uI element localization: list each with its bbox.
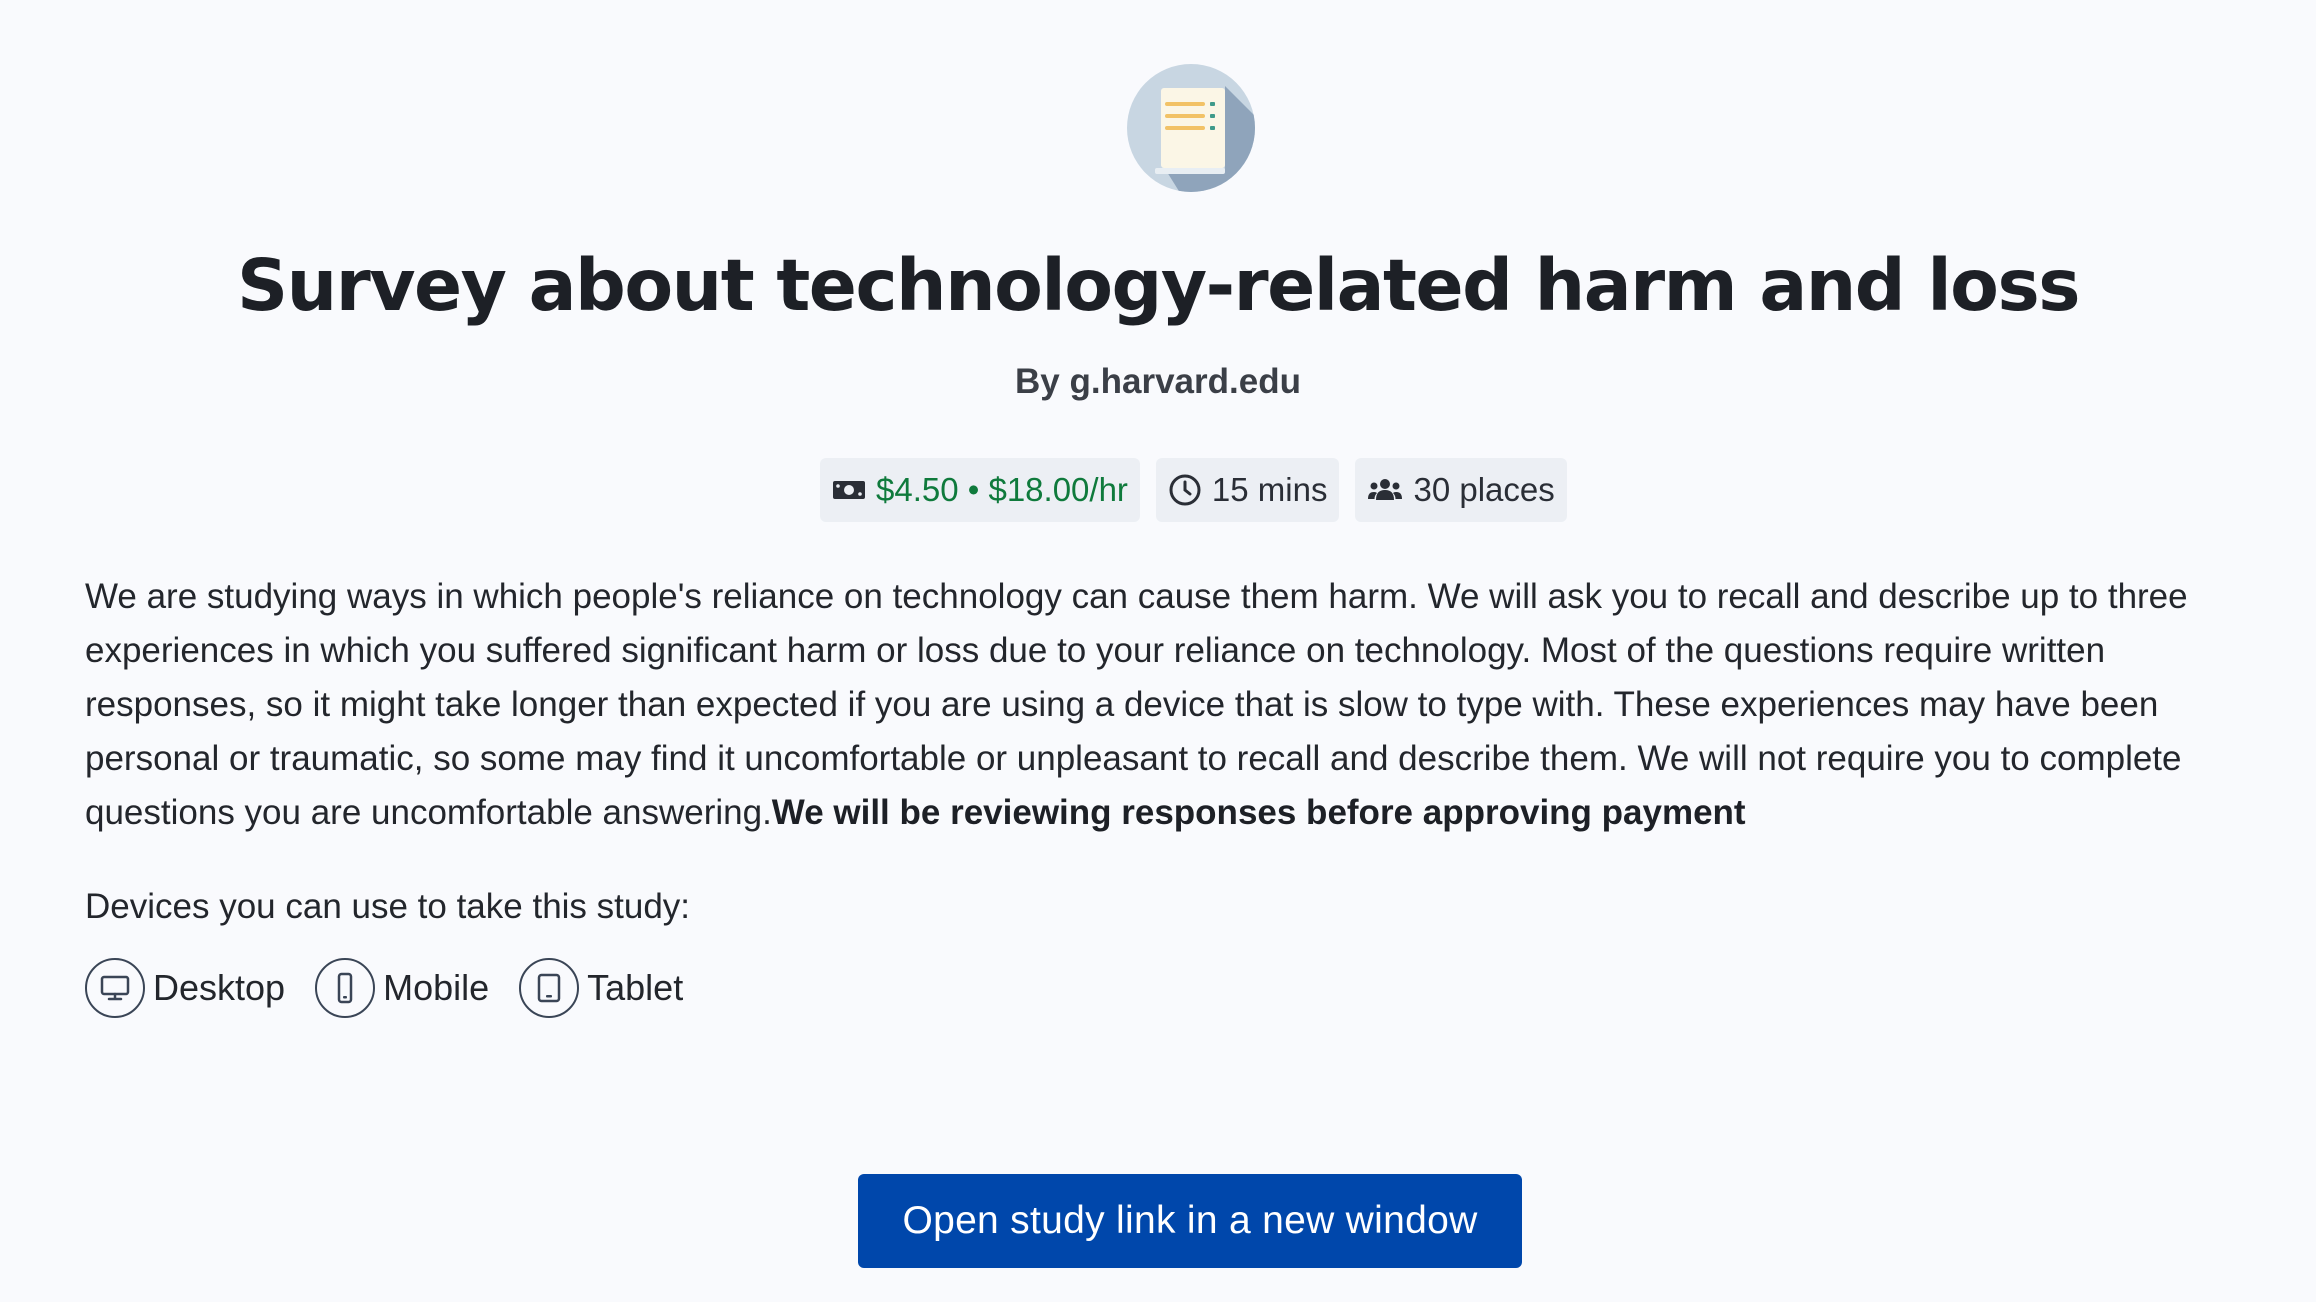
places-label: 30 places (1413, 471, 1555, 508)
clock-icon (1169, 474, 1201, 506)
device-list: Desktop Mobile Tablet (85, 958, 683, 1018)
description-bold-text: We will be reviewing responses before ap… (771, 793, 1746, 832)
researcher-name: g.harvard.edu (1069, 362, 1301, 401)
survey-document-icon (1127, 64, 1255, 192)
devices-label: Devices you can use to take this study: (85, 887, 691, 926)
device-label-tablet: Tablet (587, 967, 684, 1008)
device-mobile: Mobile (315, 958, 489, 1018)
device-tablet: Tablet (519, 958, 683, 1018)
study-description: We are studying ways in which people's r… (85, 570, 2265, 840)
tablet-icon (519, 958, 580, 1018)
reward-label: $4.50 • $18.00/hr (876, 471, 1128, 508)
device-desktop: Desktop (85, 958, 285, 1018)
reward-badge: $4.50 • $18.00/hr (820, 458, 1140, 522)
users-icon (1368, 479, 1403, 500)
researcher-byline: By g.harvard.edu (0, 360, 2316, 404)
byline-prefix: By (1015, 362, 1060, 401)
study-badges: $4.50 • $18.00/hr 15 mins 30 places (820, 458, 1567, 522)
study-details-page: Survey about technology-related harm and… (0, 0, 2316, 1302)
study-title: Survey about technology-related harm and… (237, 244, 2080, 327)
desktop-icon (85, 958, 145, 1018)
mobile-icon (315, 958, 376, 1018)
money-bill-icon (833, 481, 865, 499)
description-paragraph: We are studying ways in which people's r… (85, 570, 2265, 840)
duration-badge: 15 mins (1155, 458, 1340, 522)
device-label-mobile: Mobile (383, 967, 490, 1008)
places-badge: 30 places (1355, 458, 1567, 522)
duration-label: 15 mins (1211, 471, 1328, 508)
open-study-button[interactable]: Open study link in a new window (858, 1174, 1522, 1268)
device-label-desktop: Desktop (153, 967, 286, 1008)
